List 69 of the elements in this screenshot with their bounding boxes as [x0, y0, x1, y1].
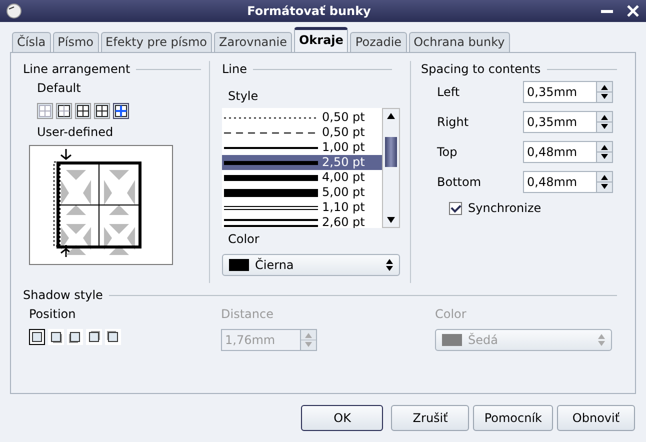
color-label: Color — [228, 232, 260, 248]
close-icon[interactable] — [626, 4, 640, 18]
tab[interactable]: Ochrana bunky — [408, 32, 510, 52]
line-sample-icon — [224, 218, 318, 228]
line-width-text: 0,50 pt — [322, 125, 365, 140]
app-icon — [6, 3, 22, 19]
color-name: Šedá — [468, 333, 498, 347]
scrollbar[interactable] — [382, 108, 400, 228]
user-defined-label: User-defined — [37, 125, 114, 141]
color-name: Čierna — [255, 258, 294, 272]
group-title: Line — [222, 62, 248, 76]
border-preset-icon[interactable] — [56, 103, 72, 119]
border-preset-icon[interactable] — [94, 103, 110, 119]
dialog-button[interactable]: OK — [301, 405, 384, 431]
scroll-thumb[interactable] — [385, 137, 397, 167]
spinner-arrows-icon[interactable] — [596, 142, 612, 162]
line-width-text: 5,00 pt — [322, 185, 365, 200]
position-label: Position — [29, 307, 77, 323]
style-label: Style — [228, 89, 260, 105]
spinner-arrows-icon[interactable] — [596, 172, 612, 192]
group-title: Line arrangement — [23, 62, 130, 76]
default-label: Default — [37, 81, 82, 97]
spacing-label: Bottom — [437, 175, 482, 189]
spinner-arrows-icon[interactable] — [596, 82, 612, 102]
dialog-button[interactable]: Pomocník — [473, 405, 553, 431]
spacing-field[interactable]: 0,35mm — [523, 111, 613, 133]
scroll-up-icon[interactable] — [387, 113, 395, 119]
line-style-item[interactable]: 1,00 pt — [222, 140, 382, 155]
distance-label: Distance — [221, 307, 274, 323]
line-style-item[interactable]: 2,50 pt — [222, 155, 382, 170]
spacing-label: Right — [437, 115, 470, 129]
spacing-label: Top — [437, 145, 458, 159]
synchronize-checkbox[interactable]: Synchronize — [449, 201, 625, 215]
line-style-item[interactable]: 4,00 pt — [222, 170, 382, 185]
line-style-item[interactable]: 1,10 pt — [222, 200, 382, 215]
tab[interactable]: Písmo — [52, 32, 99, 52]
dropdown-arrows-icon — [598, 334, 605, 346]
dropdown-arrows-icon — [386, 259, 393, 271]
shadow-color-label: Color — [435, 307, 468, 323]
border-preset-icon[interactable] — [75, 103, 91, 119]
line-width-text: 0,50 pt — [322, 110, 365, 125]
line-width-text: 2,50 pt — [322, 155, 365, 170]
line-color-dropdown[interactable]: Čierna — [222, 254, 400, 276]
shadow-position-icon[interactable] — [29, 329, 45, 345]
line-width-text: 1,10 pt — [322, 200, 365, 215]
dialog-button[interactable]: Obnoviť — [557, 405, 635, 431]
tab[interactable]: Okraje — [294, 27, 348, 52]
tab[interactable]: Zarovnanie — [214, 32, 292, 52]
line-style-item[interactable]: 5,00 pt — [222, 185, 382, 200]
spacing-field[interactable]: 0,48mm — [523, 171, 613, 193]
group-title: Spacing to contents — [421, 62, 541, 76]
spacing-label: Left — [437, 85, 461, 99]
tab[interactable]: Pozadie — [350, 32, 407, 52]
line-width-text: 4,00 pt — [322, 170, 365, 185]
dialog-button[interactable]: Zrušiť — [391, 405, 470, 431]
line-width-text: 1,00 pt — [322, 140, 365, 155]
border-preset-icon[interactable] — [113, 103, 129, 119]
tab[interactable]: Čísla — [12, 32, 51, 52]
tab[interactable]: Efekty pre písmo — [100, 32, 212, 52]
line-style-item[interactable]: 0,50 pt — [222, 125, 382, 140]
spacing-field[interactable]: 0,35mm — [523, 81, 613, 103]
spacing-field[interactable]: 0,48mm — [523, 141, 613, 163]
line-sample-icon — [224, 188, 318, 198]
group-title: Shadow style — [23, 288, 103, 302]
line-sample-icon — [224, 172, 318, 182]
window-title: Formátovať bunky — [246, 4, 372, 18]
line-style-item[interactable]: 0,50 pt — [222, 110, 382, 125]
scroll-down-icon[interactable] — [387, 217, 395, 223]
spinner-arrows-icon[interactable] — [596, 112, 612, 132]
